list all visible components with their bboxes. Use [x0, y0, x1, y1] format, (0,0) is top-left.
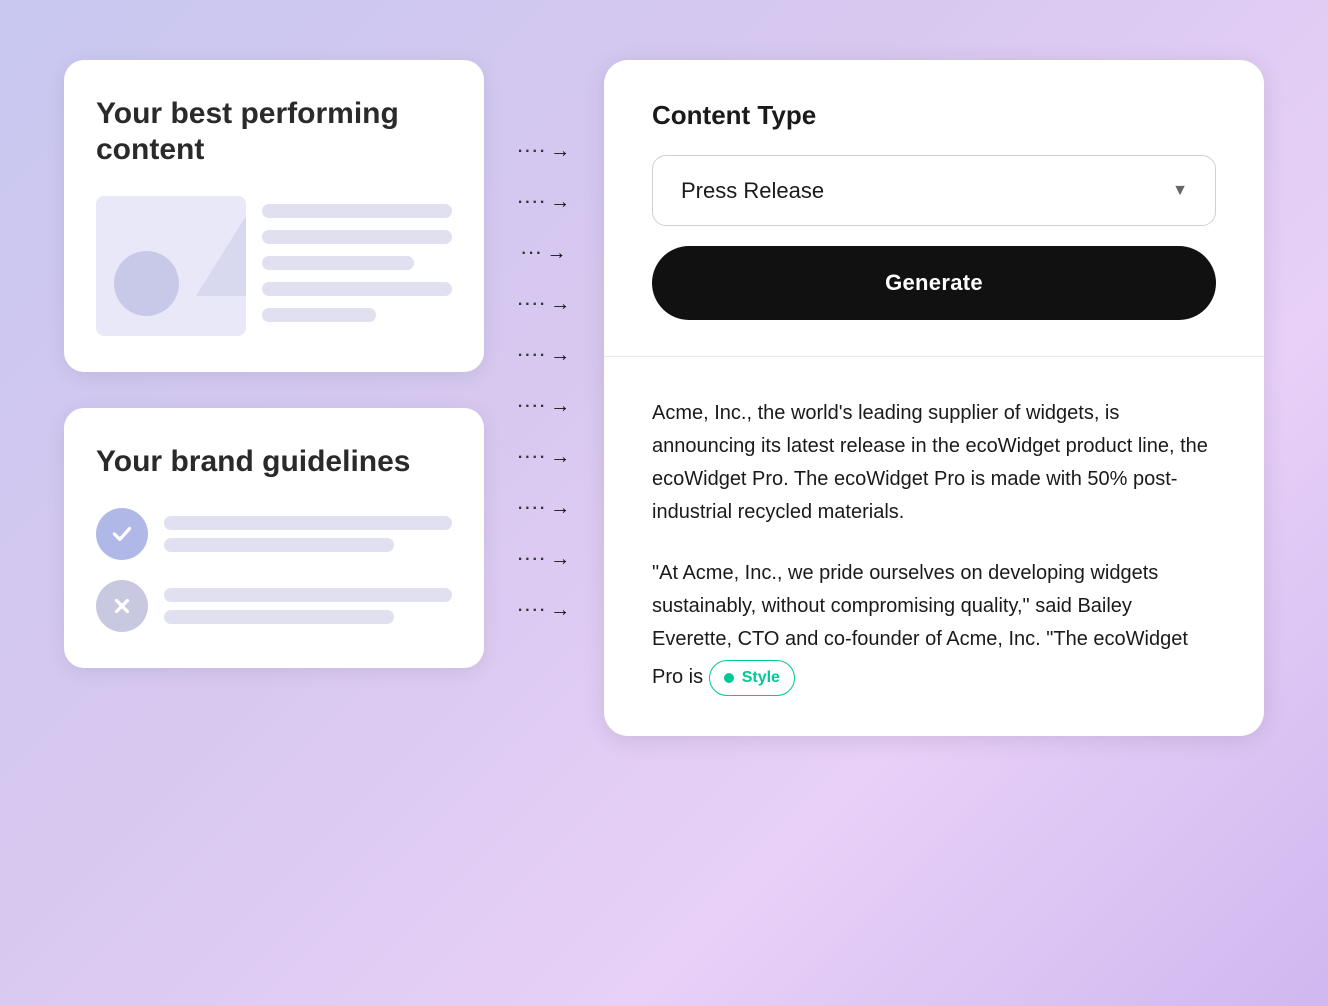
press-release-p1: Acme, Inc., the world's leading supplier…	[652, 397, 1216, 529]
line-5	[262, 308, 376, 322]
arrow-9: ···· →	[518, 548, 570, 571]
content-type-label: Content Type	[652, 100, 1216, 131]
press-release-p2: "At Acme, Inc., we pride ourselves on de…	[652, 557, 1216, 696]
select-wrapper[interactable]: Press Release Blog Post Social Media Pos…	[652, 155, 1216, 226]
close-icon	[109, 593, 135, 619]
brand-check-lines	[164, 516, 452, 552]
line-2	[262, 230, 452, 244]
brand-item-check	[96, 508, 452, 560]
arrow-1: ···· →	[518, 140, 570, 163]
arrow-2: ···· →	[518, 191, 570, 214]
right-panel: Content Type Press Release Blog Post Soc…	[604, 60, 1264, 736]
press-release-content: Acme, Inc., the world's leading supplier…	[652, 397, 1216, 696]
line-4	[262, 282, 452, 296]
generate-button[interactable]: Generate	[652, 246, 1216, 320]
best-content-card: Your best performing content	[64, 60, 484, 372]
brand-guidelines-card: Your brand guidelines	[64, 408, 484, 668]
style-badge: Style	[709, 660, 795, 696]
image-placeholder	[96, 196, 246, 336]
line-1	[262, 204, 452, 218]
arrow-4: ···· →	[518, 293, 570, 316]
arrows-column: ···· → ···· → ··· → ···· → ···· → ···· →…	[484, 60, 604, 702]
brand-line-3	[164, 588, 452, 602]
arrow-3: ··· →	[522, 242, 567, 265]
arrow-10: ···· →	[518, 599, 570, 622]
right-panel-bottom: Acme, Inc., the world's leading supplier…	[604, 357, 1264, 736]
style-badge-text: Style	[742, 665, 780, 691]
arrow-5: ···· →	[518, 344, 570, 367]
circle-shape	[114, 251, 179, 316]
left-column: Your best performing content Your brand …	[64, 60, 484, 668]
content-lines	[262, 196, 452, 322]
arrow-8: ···· →	[518, 497, 570, 520]
arrow-6: ···· →	[518, 395, 570, 418]
line-3	[262, 256, 414, 270]
brand-item-cross	[96, 580, 452, 632]
triangle-shape	[196, 216, 246, 296]
check-icon-circle	[96, 508, 148, 560]
style-badge-dot	[724, 673, 734, 683]
brand-line-2	[164, 538, 394, 552]
content-type-select[interactable]: Press Release Blog Post Social Media Pos…	[652, 155, 1216, 226]
content-preview	[96, 196, 452, 336]
brand-line-1	[164, 516, 452, 530]
brand-guidelines-title: Your brand guidelines	[96, 444, 452, 480]
arrow-7: ···· →	[518, 446, 570, 469]
brand-cross-lines	[164, 588, 452, 624]
brand-items-list	[96, 508, 452, 632]
main-layout: Your best performing content Your brand …	[64, 60, 1264, 736]
brand-line-4	[164, 610, 394, 624]
best-content-title: Your best performing content	[96, 96, 452, 168]
cross-icon-circle	[96, 580, 148, 632]
check-icon	[109, 521, 135, 547]
right-panel-top: Content Type Press Release Blog Post Soc…	[604, 60, 1264, 357]
